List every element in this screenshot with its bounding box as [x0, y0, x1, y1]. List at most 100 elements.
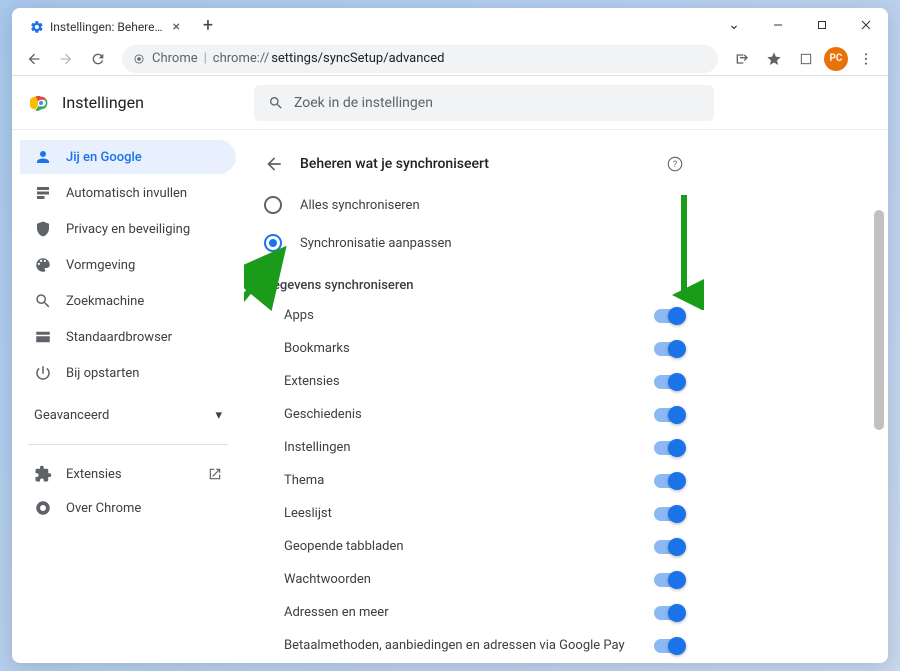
nav-divider: [28, 444, 228, 445]
sync-panel: Beheren wat je synchroniseert ? Alles sy…: [254, 142, 694, 662]
person-icon: [34, 148, 52, 166]
nav-advanced[interactable]: Geavanceerd ▾: [20, 398, 236, 432]
close-window-button[interactable]: [844, 8, 888, 42]
sync-item-label: Bookmarks: [284, 341, 350, 356]
toggle-switch[interactable]: [654, 507, 684, 521]
chrome-logo-icon: [30, 92, 52, 114]
address-origin: Chrome: [152, 51, 198, 66]
sync-toggle-row: Wachtwoorden: [254, 563, 694, 596]
toggle-switch[interactable]: [654, 408, 684, 422]
settings-header: Instellingen Zoek in de instellingen: [12, 76, 888, 130]
sync-item-label: Geopende tabbladen: [284, 539, 404, 554]
nav-label: Vormgeving: [66, 258, 135, 273]
settings-panel-area: Beheren wat je synchroniseert ? Alles sy…: [244, 130, 888, 663]
toggle-switch[interactable]: [654, 441, 684, 455]
toggle-switch[interactable]: [654, 573, 684, 587]
nav-label: Over Chrome: [66, 501, 141, 516]
toggle-switch[interactable]: [654, 309, 684, 323]
settings-page: Instellingen Zoek in de instellingen Jij…: [12, 76, 888, 663]
tab-title: Instellingen: Beheren wat je syn: [50, 20, 167, 34]
nav-label: Jij en Google: [66, 150, 142, 165]
svg-text:?: ?: [673, 160, 677, 170]
nav-label: Geavanceerd: [34, 408, 109, 423]
panel-title: Beheren wat je synchroniseert: [300, 156, 650, 172]
nav-appearance[interactable]: Vormgeving: [20, 248, 236, 282]
sync-item-label: Apps: [284, 308, 314, 323]
section-label: Gegevens synchroniseren: [254, 262, 694, 299]
toggle-switch[interactable]: [654, 342, 684, 356]
panel-back-button[interactable]: [264, 154, 284, 174]
toggle-switch[interactable]: [654, 639, 684, 653]
nav-search-engine[interactable]: Zoekmachine: [20, 284, 236, 318]
extensions-icon[interactable]: [792, 45, 820, 73]
tab-search-icon[interactable]: ⌄: [712, 8, 756, 42]
scrollbar-thumb[interactable]: [874, 210, 884, 430]
close-tab-icon[interactable]: ×: [173, 19, 180, 35]
profile-avatar[interactable]: PC: [824, 47, 848, 71]
settings-search[interactable]: Zoek in de instellingen: [254, 85, 714, 121]
bookmark-icon[interactable]: [760, 45, 788, 73]
sync-toggle-row: Apps: [254, 299, 694, 332]
sync-toggle-row: Thema: [254, 464, 694, 497]
nav-default-browser[interactable]: Standaardbrowser: [20, 320, 236, 354]
address-bar[interactable]: Chrome | chrome://settings/syncSetup/adv…: [122, 45, 718, 73]
sync-toggle-row: Adressen en meer: [254, 596, 694, 629]
browser-toolbar: Chrome | chrome://settings/syncSetup/adv…: [12, 42, 888, 76]
sync-item-label: Adressen en meer: [284, 605, 389, 620]
sync-toggle-row: Extensies: [254, 365, 694, 398]
toggle-switch[interactable]: [654, 474, 684, 488]
sync-item-label: Geschiedenis: [284, 407, 362, 422]
nav-autofill[interactable]: Automatisch invullen: [20, 176, 236, 210]
address-scheme: chrome://: [213, 51, 269, 66]
sync-item-label: Thema: [284, 473, 324, 488]
nav-label: Automatisch invullen: [66, 186, 187, 201]
sync-item-label: Instellingen: [284, 440, 351, 455]
nav-you-and-google[interactable]: Jij en Google: [20, 140, 236, 174]
nav-extensions[interactable]: Extensies: [20, 457, 236, 491]
puzzle-icon: [34, 465, 52, 483]
chrome-icon: [34, 499, 52, 517]
radio-label: Alles synchroniseren: [300, 198, 420, 213]
help-icon[interactable]: ?: [666, 155, 684, 173]
nav-label: Privacy en beveiliging: [66, 222, 190, 237]
page-title: Instellingen: [62, 93, 144, 112]
chevron-down-icon: ▾: [215, 408, 222, 423]
power-icon: [34, 364, 52, 382]
shield-icon: [34, 220, 52, 238]
toggle-switch[interactable]: [654, 375, 684, 389]
search-icon: [34, 292, 52, 310]
nav-about-chrome[interactable]: Over Chrome: [20, 491, 236, 525]
forward-button[interactable]: [52, 45, 80, 73]
sync-item-label: Leeslijst: [284, 506, 332, 521]
sync-toggle-row: Leeslijst: [254, 497, 694, 530]
sync-toggle-row: Geopende tabbladen: [254, 530, 694, 563]
radio-sync-custom[interactable]: Synchronisatie aanpassen: [254, 224, 694, 262]
radio-icon: [264, 196, 282, 214]
new-tab-button[interactable]: +: [196, 15, 220, 36]
nav-label: Extensies: [66, 467, 122, 482]
sync-toggle-row: Bookmarks: [254, 332, 694, 365]
palette-icon: [34, 256, 52, 274]
nav-on-startup[interactable]: Bij opstarten: [20, 356, 236, 390]
nav-label: Bij opstarten: [66, 366, 139, 381]
radio-sync-all[interactable]: Alles synchroniseren: [254, 186, 694, 224]
sync-toggle-row: Instellingen: [254, 431, 694, 464]
scrollbar[interactable]: [874, 210, 884, 653]
gear-icon: [30, 20, 44, 34]
menu-icon[interactable]: [852, 45, 880, 73]
share-icon[interactable]: [728, 45, 756, 73]
site-info-icon[interactable]: [132, 52, 146, 66]
reload-button[interactable]: [84, 45, 112, 73]
sync-toggle-row: Geschiedenis: [254, 398, 694, 431]
browser-tab[interactable]: Instellingen: Beheren wat je syn ×: [20, 12, 190, 42]
toggle-switch[interactable]: [654, 606, 684, 620]
maximize-button[interactable]: [800, 8, 844, 42]
window-controls: ⌄: [712, 8, 888, 42]
back-button[interactable]: [20, 45, 48, 73]
sync-item-label: Wachtwoorden: [284, 572, 371, 587]
toggle-switch[interactable]: [654, 540, 684, 554]
nav-privacy[interactable]: Privacy en beveiliging: [20, 212, 236, 246]
minimize-button[interactable]: [756, 8, 800, 42]
window-titlebar: Instellingen: Beheren wat je syn × + ⌄: [12, 8, 888, 42]
open-external-icon: [208, 467, 222, 481]
